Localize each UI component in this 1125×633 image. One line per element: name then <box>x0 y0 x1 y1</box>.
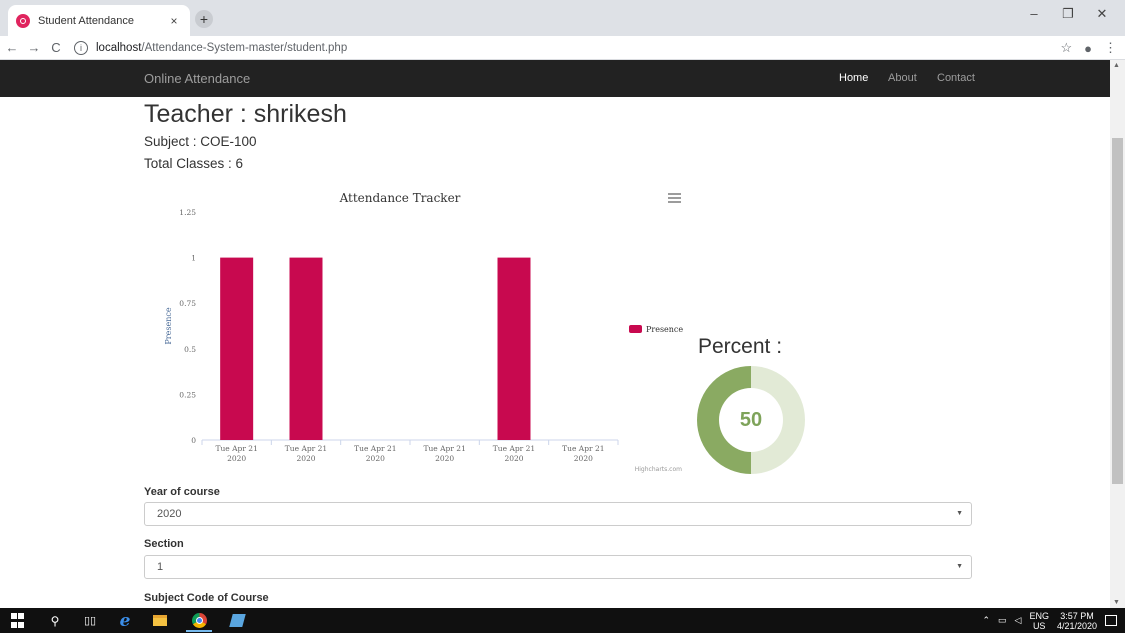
attendance-chart: Attendance Tracker 0 0.25 0.5 0.75 1 1.25 Prese… <box>164 191 683 473</box>
x-tick-label: Tue Apr 21 <box>423 444 465 453</box>
tab-title: Student Attendance <box>38 14 135 27</box>
chrome-icon[interactable] <box>190 612 208 629</box>
task-view-icon[interactable]: ▯▯ <box>82 612 98 629</box>
browser-tab-bar: Student Attendance × + – ❐ ✕ <box>0 0 1125 36</box>
bookmark-star-icon[interactable]: ☆ <box>1060 40 1072 56</box>
new-tab-button[interactable]: + <box>195 10 213 28</box>
scrollbar-thumb[interactable] <box>1112 138 1123 484</box>
nav-about[interactable]: About <box>888 72 917 84</box>
x-tick-label: Tue Apr 21 <box>493 444 535 453</box>
edge-browser-icon[interactable]: e <box>116 611 134 631</box>
y-tick-label: 1.25 <box>179 208 196 217</box>
legend-swatch <box>629 325 642 333</box>
hamburger-icon[interactable] <box>668 193 681 203</box>
browser-menu-icon[interactable]: ⋮ <box>1104 40 1117 56</box>
nav-home[interactable]: Home <box>839 72 868 84</box>
percent-label: Percent : <box>698 335 783 358</box>
clock-time: 3:57 PM <box>1060 610 1094 621</box>
section-label: Section <box>144 538 184 550</box>
bar <box>497 257 531 440</box>
y-tick-label: 1 <box>191 254 196 263</box>
x-tick-label: 2020 <box>435 454 454 463</box>
system-tray: ⌃ ▭ ◁ ENG US 3:57 PM 4/21/2020 <box>982 608 1117 633</box>
forward-arrow-icon[interactable]: → <box>24 40 44 55</box>
notification-icon[interactable] <box>1105 615 1117 626</box>
address-bar: ← → C i localhost/Attendance-System-mast… <box>0 36 1125 60</box>
x-tick-label: Tue Apr 21 <box>354 444 396 453</box>
page-scrollbar[interactable]: ▲ ▼ <box>1110 60 1125 608</box>
bar <box>220 257 254 440</box>
close-window-button[interactable]: ✕ <box>1085 6 1119 22</box>
chart-credits: Highcharts.com <box>635 466 682 473</box>
scroll-down-icon[interactable]: ▼ <box>1113 599 1120 606</box>
browser-tab[interactable]: Student Attendance × <box>8 5 190 36</box>
x-tick-label: 2020 <box>366 454 385 463</box>
tray-chevron-icon[interactable]: ⌃ <box>982 615 990 626</box>
windows-taskbar: ⚲ ▯▯ e ⌃ ▭ ◁ ENG US 3:57 PM 4/21/2020 <box>0 608 1125 633</box>
x-tick-label: Tue Apr 21 <box>562 444 604 453</box>
y-tick-label: 0.25 <box>179 390 196 399</box>
info-icon[interactable]: i <box>74 40 88 55</box>
subject-text: Subject : COE-100 <box>144 134 257 149</box>
url-field[interactable]: localhost/Attendance-System-master/stude… <box>96 42 347 54</box>
minimize-button[interactable]: – <box>1017 6 1051 22</box>
site-navbar: Online Attendance Home About Contact <box>0 60 1110 97</box>
site-favicon-icon <box>16 13 30 28</box>
y-tick-label: 0.75 <box>179 299 196 308</box>
chart-title: Attendance Tracker <box>339 191 461 205</box>
address-bar-actions: ☆ ● ⋮ <box>1060 40 1117 56</box>
reload-icon[interactable]: C <box>46 40 66 55</box>
scroll-up-icon[interactable]: ▲ <box>1113 62 1120 69</box>
nav-contact[interactable]: Contact <box>937 72 975 84</box>
year-select-value: 2020 <box>157 508 182 520</box>
maximize-button[interactable]: ❐ <box>1051 6 1085 22</box>
site-brand[interactable]: Online Attendance <box>144 71 250 86</box>
percent-value: 50 <box>719 388 783 452</box>
windows-start-icon[interactable] <box>10 612 24 629</box>
volume-icon[interactable]: ◁ <box>1015 615 1022 626</box>
total-classes-text: Total Classes : 6 <box>144 156 244 171</box>
chevron-down-icon: ▼ <box>956 510 963 517</box>
x-tick-label: Tue Apr 21 <box>215 444 257 453</box>
year-label: Year of course <box>144 486 220 498</box>
x-tick-label: Tue Apr 21 <box>285 444 327 453</box>
window-controls: – ❐ ✕ <box>1017 6 1119 22</box>
y-tick-label: 0 <box>191 436 196 445</box>
search-icon[interactable]: ⚲ <box>48 612 62 629</box>
bar <box>289 257 323 440</box>
lang-top: ENG <box>1029 610 1049 621</box>
network-icon[interactable]: ▭ <box>998 615 1007 626</box>
subject-code-label: Subject Code of Course <box>144 592 269 604</box>
back-arrow-icon[interactable]: ← <box>2 40 22 55</box>
x-tick-label: 2020 <box>227 454 246 463</box>
url-host: localhost <box>96 41 142 54</box>
url-path: /Attendance-System-master/student.php <box>141 41 348 54</box>
teacher-heading: Teacher : shrikesh <box>144 100 347 128</box>
y-axis-label: Presence <box>164 307 173 344</box>
taskbar-clock[interactable]: 3:57 PM 4/21/2020 <box>1057 611 1097 631</box>
x-tick-label: 2020 <box>296 454 315 463</box>
lang-bottom: US <box>1032 620 1046 631</box>
clock-date: 4/21/2020 <box>1056 620 1097 631</box>
file-explorer-icon[interactable] <box>152 612 168 629</box>
notes-app-icon[interactable] <box>228 612 246 629</box>
active-app-indicator <box>186 630 212 632</box>
x-tick-label: 2020 <box>504 454 523 463</box>
chevron-down-icon: ▼ <box>956 563 963 570</box>
section-select-value: 1 <box>157 561 164 573</box>
x-tick-label: 2020 <box>574 454 593 463</box>
year-select[interactable]: 2020 ▼ <box>144 502 972 526</box>
section-select[interactable]: 1 ▼ <box>144 555 972 579</box>
y-tick-label: 0.5 <box>184 345 196 354</box>
language-indicator[interactable]: ENG US <box>1029 611 1049 631</box>
legend-label: Presence <box>646 325 683 334</box>
profile-icon[interactable]: ● <box>1084 41 1092 56</box>
tab-close-icon[interactable]: × <box>166 14 182 28</box>
